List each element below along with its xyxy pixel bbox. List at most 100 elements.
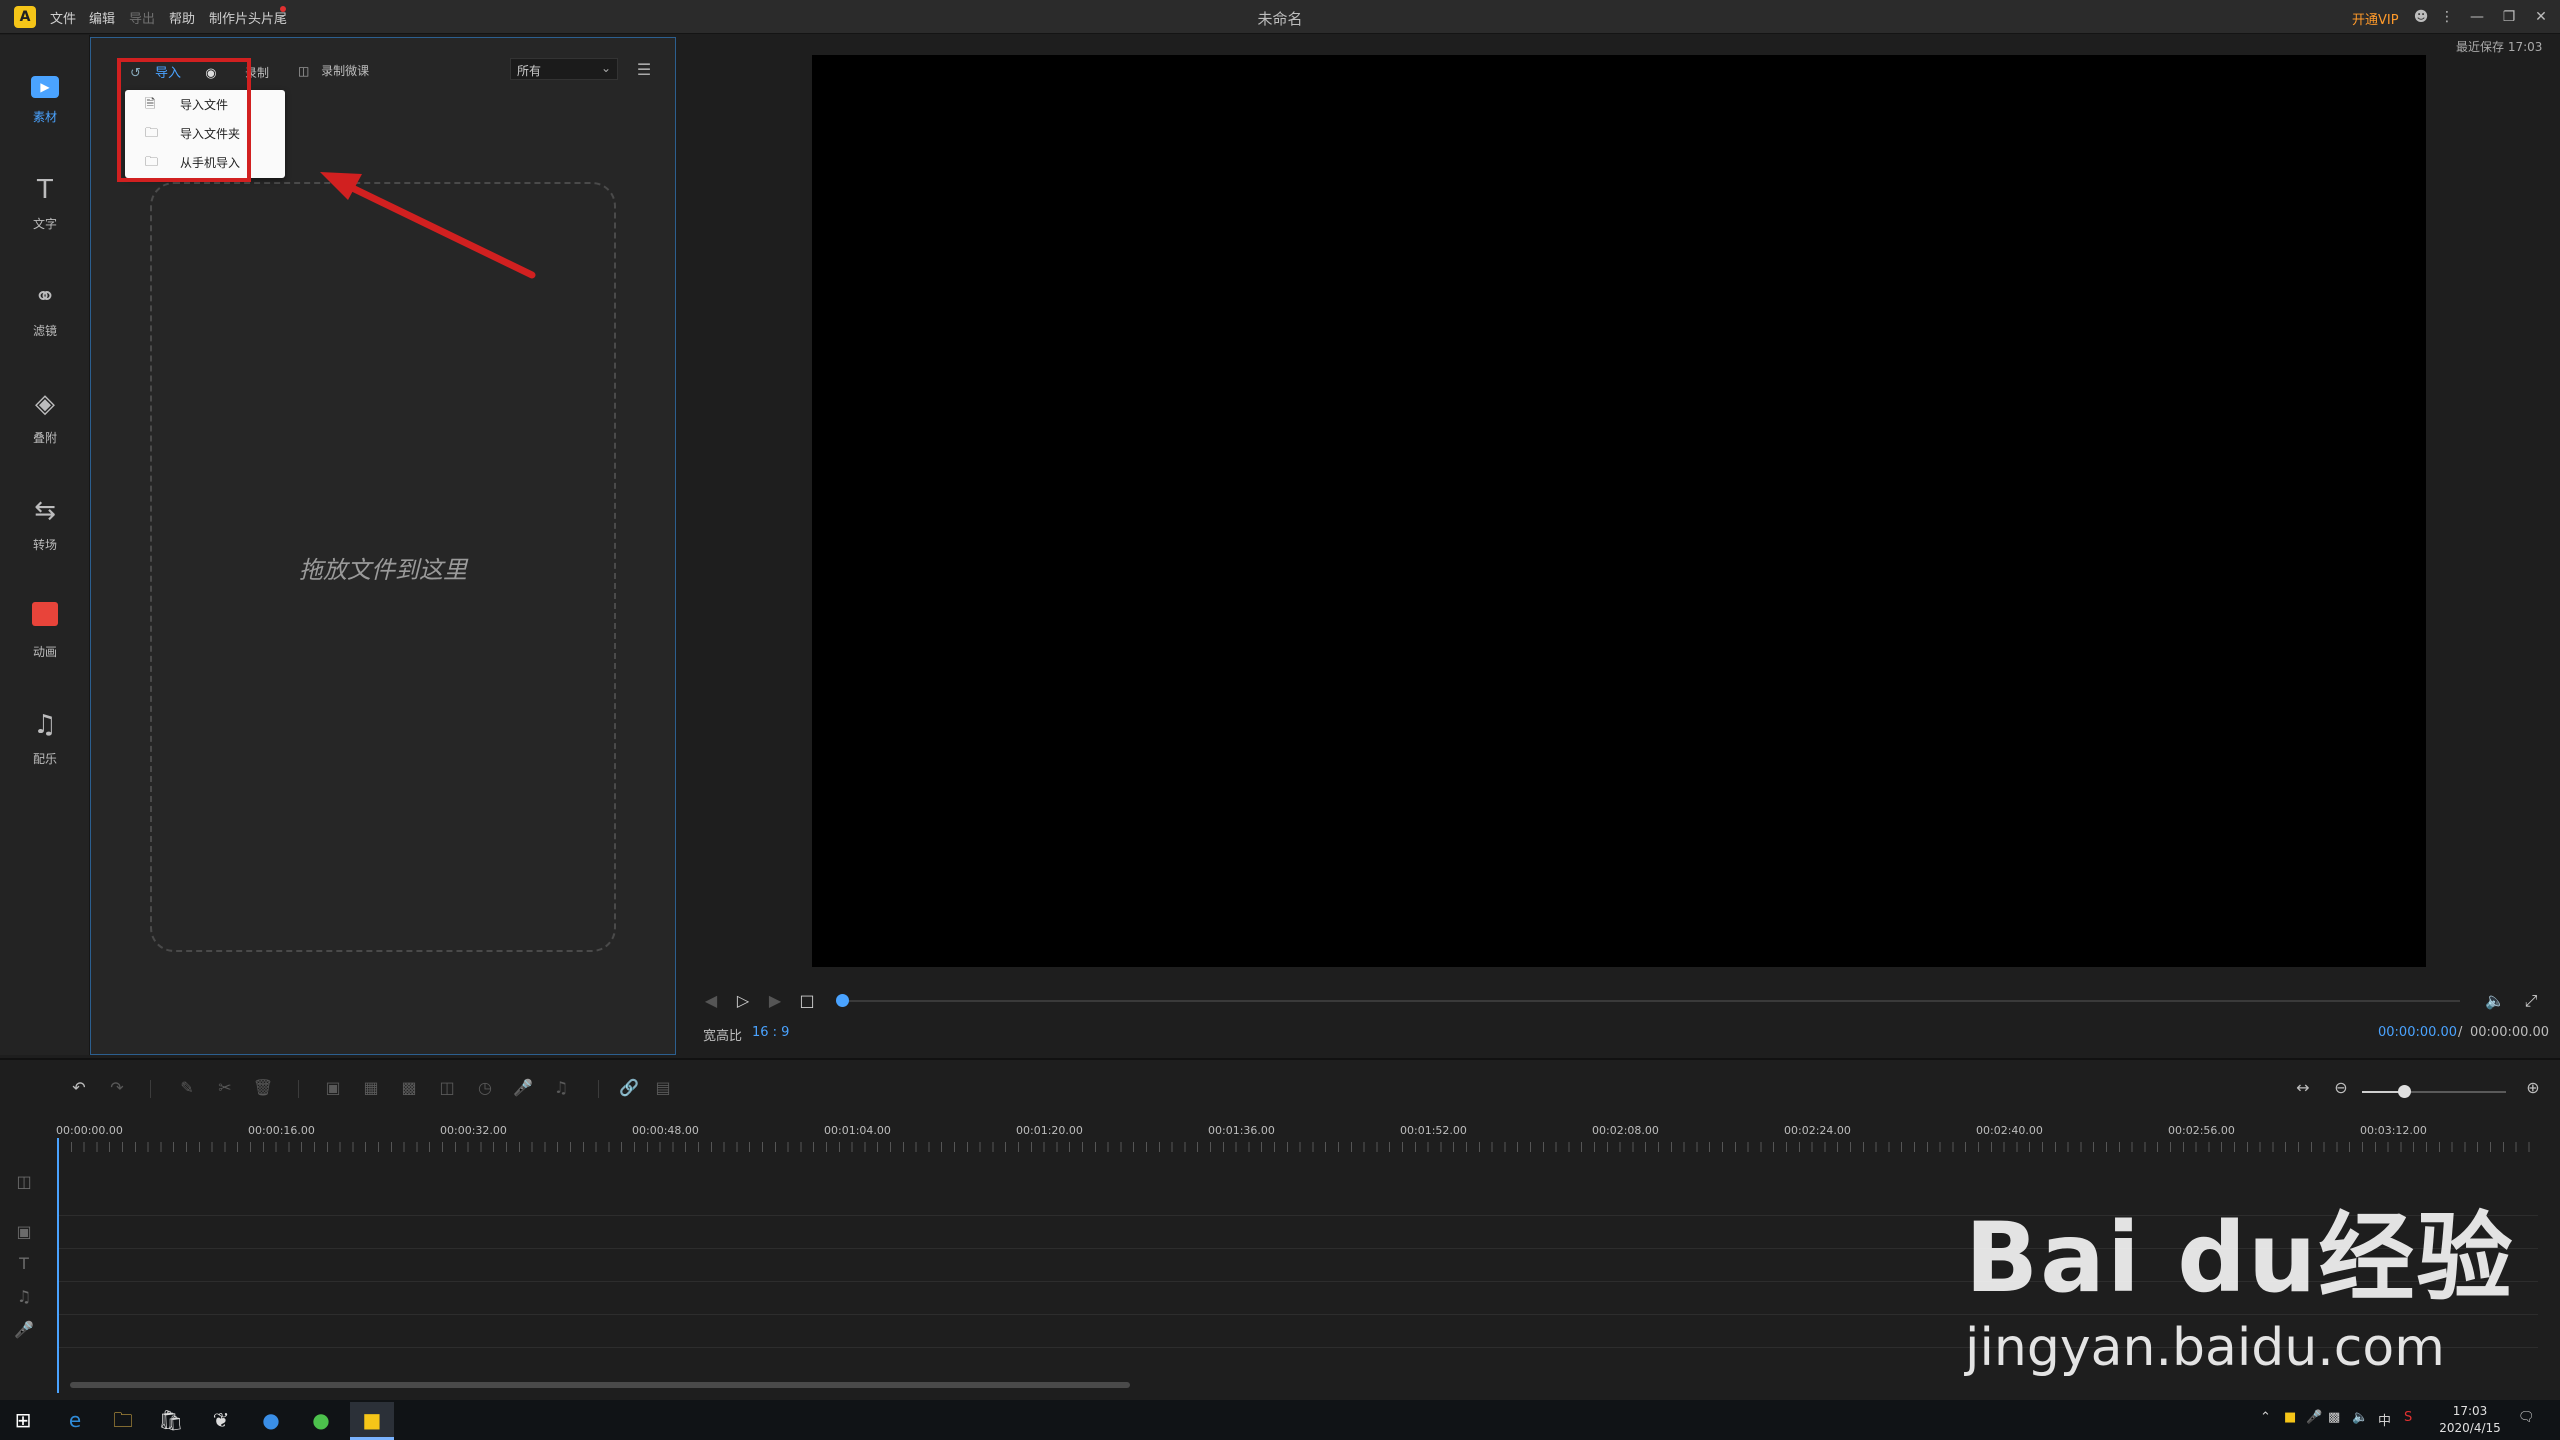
music-track-icon: ♫ (16, 1287, 32, 1306)
overlay-track-icon: ▣ (16, 1222, 32, 1241)
ruler-tick-label: 00:02:24.00 (1784, 1124, 1851, 1137)
sidebar-item-overlay[interactable]: ◈ 叠附 (0, 369, 90, 469)
sogou-ime-icon[interactable]: S (2404, 1410, 2412, 1425)
tray-app-icon[interactable]: ■ (2284, 1410, 2296, 1425)
timeline-ruler[interactable] (58, 1142, 2538, 1152)
store-icon[interactable]: 🛍 (156, 1405, 186, 1435)
sidebar-item-transition[interactable]: ⇆ 转场 (0, 476, 90, 576)
baidu-watermark: Bai du经验 (1965, 1202, 2515, 1314)
highlight-box (117, 58, 251, 182)
current-time: 00:00:00.00 (2378, 1025, 2458, 1040)
toolbar-divider (598, 1080, 599, 1098)
tray-mic-icon[interactable]: 🎤 (2306, 1410, 2322, 1425)
file-explorer-icon[interactable]: 🗀 (108, 1405, 138, 1435)
aspect-ratio-value[interactable]: 16 : 9 (752, 1025, 789, 1040)
overlay-icon: ◈ (35, 389, 55, 419)
screen-record-icon: ◫ (298, 64, 310, 78)
chevron-down-icon: ⌄ (600, 61, 611, 75)
ruler-tick-label: 00:02:40.00 (1976, 1124, 2043, 1137)
prev-frame-icon[interactable]: ◀ (700, 990, 722, 1012)
sidebar-item-text[interactable]: T 文字 (0, 155, 90, 255)
zoom-in-icon[interactable]: ⊕ (2522, 1078, 2544, 1100)
playhead[interactable] (57, 1138, 59, 1393)
timeline-zoom-handle[interactable] (2398, 1085, 2411, 1098)
tray-volume-icon[interactable]: 🔈 (2352, 1410, 2368, 1425)
video-editor-taskbar-icon[interactable]: ■ (357, 1405, 387, 1435)
voice-track-icon: 🎤 (14, 1320, 34, 1339)
ruler-tick-label: 00:01:04.00 (824, 1124, 891, 1137)
subtitle-icon[interactable]: ▤ (652, 1078, 674, 1100)
music-icon: ♫ (33, 710, 57, 740)
fit-timeline-icon[interactable]: ↔ (2292, 1078, 2314, 1100)
toolbar-divider (298, 1080, 299, 1098)
record-micro-lesson-button[interactable]: ◫ 录制微课 (298, 62, 369, 79)
playback-progress-handle[interactable] (836, 994, 849, 1007)
text-icon: T (37, 175, 53, 205)
delete-icon[interactable]: 🗑 (252, 1078, 274, 1100)
ruler-tick-label: 00:00:00.00 (56, 1124, 123, 1137)
app-fox-icon[interactable]: ❦ (206, 1405, 236, 1435)
film-icon (28, 601, 62, 635)
freeze-frame-icon[interactable]: ▩ (398, 1078, 420, 1100)
mosaic-icon[interactable]: ▦ (360, 1078, 382, 1100)
redo-icon[interactable]: ↷ (106, 1078, 128, 1100)
text-to-speech-icon[interactable]: ♫ (550, 1078, 572, 1100)
text-track-icon: T (19, 1254, 29, 1273)
pen-icon[interactable]: ✎ (176, 1078, 198, 1100)
media-filter-select[interactable]: 所有 ⌄ (510, 58, 618, 80)
play-box-icon: ▶ (28, 66, 62, 100)
mic-icon[interactable]: 🎤 (512, 1078, 534, 1100)
list-view-icon[interactable]: ☰ (634, 60, 654, 80)
toolbar-divider (150, 1080, 151, 1098)
crop-icon[interactable]: ▣ (322, 1078, 344, 1100)
baidu-watermark-url: jingyan.baidu.com (1965, 1318, 2445, 1378)
browser-icon[interactable]: ● (256, 1405, 286, 1435)
play-icon[interactable]: ▷ (732, 990, 754, 1012)
stop-icon[interactable]: □ (796, 990, 818, 1012)
ruler-tick-label: 00:02:56.00 (2168, 1124, 2235, 1137)
link-icon[interactable]: 🔗 (618, 1078, 640, 1100)
filter-icon: ⚭ (34, 282, 56, 312)
tray-expand-icon[interactable]: ⌃ (2260, 1410, 2271, 1425)
volume-icon[interactable]: 🔈 (2484, 990, 2506, 1012)
ruler-tick-label: 00:01:20.00 (1016, 1124, 1083, 1137)
more-icon[interactable]: ⋮ (2436, 6, 2458, 28)
transition-icon: ⇆ (34, 496, 56, 526)
windows-start-icon[interactable]: ⊞ (8, 1405, 38, 1435)
fullscreen-icon[interactable]: ⤢ (2520, 990, 2542, 1012)
zoom-out-icon[interactable]: ⊖ (2330, 1078, 2352, 1100)
wechat-icon[interactable]: ● (306, 1405, 336, 1435)
video-preview (812, 55, 2426, 967)
cut-icon[interactable]: ✂ (214, 1078, 236, 1100)
tray-network-icon[interactable]: ▩ (2328, 1410, 2340, 1425)
sidebar-item-material[interactable]: ▶ 素材 (0, 48, 90, 148)
ruler-tick-label: 00:01:36.00 (1208, 1124, 1275, 1137)
minimize-icon[interactable]: — (2466, 6, 2488, 28)
drop-zone-text: 拖放文件到这里 (299, 556, 467, 584)
user-icon[interactable]: ☻ (2410, 6, 2432, 28)
playback-progress-bar[interactable] (840, 1000, 2460, 1002)
sidebar-item-filter[interactable]: ⚭ 滤镜 (0, 262, 90, 362)
taskbar-clock[interactable]: 17:03 2020/4/15 (2430, 1403, 2510, 1437)
ruler-tick-label: 00:00:48.00 (632, 1124, 699, 1137)
time-separator: / (2458, 1025, 2463, 1040)
sidebar-item-music[interactable]: ♫ 配乐 (0, 690, 90, 790)
vip-button[interactable]: 开通VIP (2352, 9, 2399, 28)
split-screen-icon[interactable]: ◫ (436, 1078, 458, 1100)
sidebar-item-animation[interactable]: 动画 (0, 583, 90, 683)
edge-browser-icon[interactable]: e (60, 1405, 90, 1435)
undo-icon[interactable]: ↶ (68, 1078, 90, 1100)
next-frame-icon[interactable]: ▶ (764, 990, 786, 1012)
restore-icon[interactable]: ❐ (2498, 6, 2520, 28)
annotation-arrow (320, 172, 536, 279)
ime-indicator[interactable]: 中 (2378, 1410, 2391, 1429)
close-icon[interactable]: ✕ (2530, 6, 2552, 28)
speed-icon[interactable]: ◷ (474, 1078, 496, 1100)
aspect-ratio-label: 宽高比 (703, 1029, 743, 1044)
notification-icon[interactable]: 🗨 (2518, 1410, 2535, 1425)
ruler-tick-label: 00:01:52.00 (1400, 1124, 1467, 1137)
ruler-tick-label: 00:02:08.00 (1592, 1124, 1659, 1137)
ruler-tick-label: 00:00:32.00 (440, 1124, 507, 1137)
ruler-tick-label: 00:03:12.00 (2360, 1124, 2427, 1137)
timeline-scrollbar[interactable] (70, 1382, 1130, 1388)
